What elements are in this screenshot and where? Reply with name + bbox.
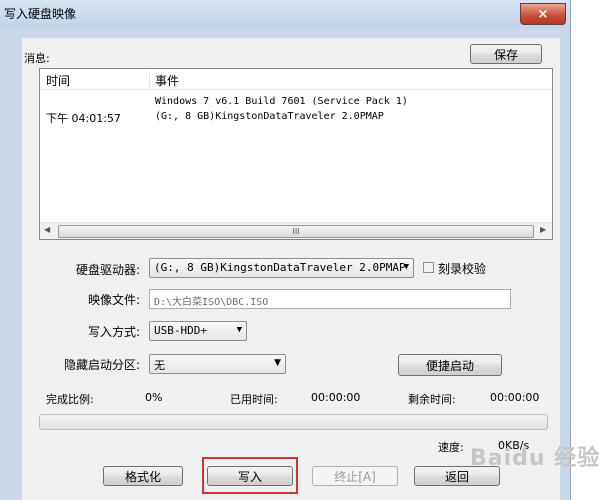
write-progress-bar [39,414,548,430]
write-method-select[interactable]: USB-HDD+ ▼ [149,321,247,341]
drive-select[interactable]: (G:, 8 GB)KingstonDataTraveler 2.0PMAP ▼ [149,258,414,278]
completion-label: 完成比例: [46,393,94,406]
speed-label: 速度: [438,441,464,454]
elapsed-label: 已用时间: [230,393,278,406]
grip-icon: III [292,227,300,236]
write-button[interactable]: 写入 [207,466,293,486]
save-button[interactable]: 保存 [470,44,542,64]
stop-button[interactable]: 终止[A] [312,466,398,486]
elapsed-value: 00:00:00 [311,391,361,404]
message-log[interactable]: 时间 事件 Windows 7 v6.1 Build 7601 (Service… [39,68,553,240]
hidden-partition-select[interactable]: 无 ▼ [149,354,286,374]
format-button[interactable]: 格式化 [103,466,183,486]
image-file-field[interactable]: D:\大白菜ISO\DBC.ISO [149,289,511,309]
window-title: 写入硬盘映像 [4,7,77,21]
hidden-partition-value: 无 [154,359,165,372]
verify-checkbox[interactable] [423,262,434,273]
title-bar: 写入硬盘映像 × [0,0,570,28]
easy-boot-button[interactable]: 便捷启动 [398,354,502,376]
write-method-value: USB-HDD+ [154,324,207,337]
horizontal-scrollbar[interactable]: ◀ III ▶ [40,222,552,239]
column-header-event[interactable]: 事件 [155,72,179,89]
write-disk-image-dialog: 写入硬盘映像 × 消息: 保存 时间 事件 Windows 7 v6.1 Bui… [0,0,571,500]
close-icon: × [537,6,549,22]
log-header: 时间 事件 [40,69,552,90]
log-row-event: Windows 7 v6.1 Build 7601 (Service Pack … [155,96,408,107]
write-method-label: 写入方式: [88,325,141,339]
completion-value: 0% [145,391,163,404]
log-row-event: (G:, 8 GB)KingstonDataTraveler 2.0PMAP [155,111,384,122]
column-header-time[interactable]: 时间 [46,72,70,89]
column-divider [149,71,150,87]
scroll-thumb[interactable]: III [58,225,534,238]
chevron-down-icon: ▼ [236,325,242,335]
messages-label: 消息: [24,52,50,65]
verify-label[interactable]: 刻录校验 [438,260,486,277]
log-row-time: 下午 04:01:57 [46,112,121,125]
chevron-down-icon: ▼ [403,262,409,272]
drive-label: 硬盘驱动器: [76,263,141,277]
remaining-label: 剩余时间: [408,393,456,406]
image-file-label: 映像文件: [88,293,141,307]
remaining-value: 00:00:00 [490,391,540,404]
scroll-left-icon[interactable]: ◀ [44,225,50,234]
dialog-client-area: 消息: 保存 时间 事件 Windows 7 v6.1 Build 7601 (… [22,38,560,500]
hidden-partition-label: 隐藏启动分区: [64,358,141,372]
watermark-logo: Baidu 经验 [470,446,601,471]
chevron-down-icon: ▼ [274,358,281,368]
close-button[interactable]: × [520,3,566,25]
drive-select-value: (G:, 8 GB)KingstonDataTraveler 2.0PMAP [154,261,406,274]
scroll-right-icon[interactable]: ▶ [540,225,546,234]
